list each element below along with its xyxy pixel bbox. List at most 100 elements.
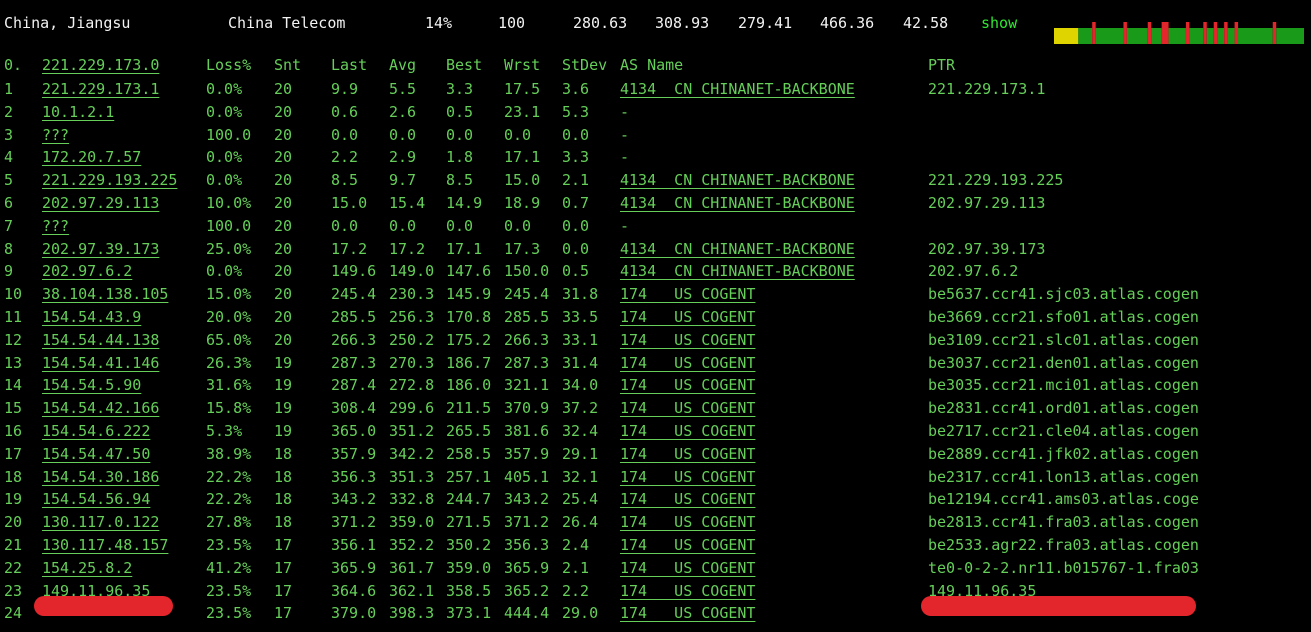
hop-worst: 365.9 [504,558,550,577]
hop-host[interactable]: 154.54.47.50 [42,443,150,466]
hop-best: 1.8 [446,148,474,167]
hop-last: 365.9 [331,558,377,577]
summary-last: 280.63 [573,14,628,32]
hop-last: 8.5 [331,171,359,190]
hop-as-name[interactable]: 174 US COGENT [620,329,755,352]
hop-host[interactable]: 154.54.43.9 [42,306,141,329]
hop-host[interactable]: 130.117.0.122 [42,511,159,534]
hop-index: 1 [4,80,14,98]
hop-as-name[interactable]: 174 US COGENT [620,374,755,397]
table-row: 13 154.54.41.146 26.3% 19 287.3 270.3 186.7 287… [0,352,1311,375]
hop-as-name[interactable]: 4134 CN CHINANET-BACKBONE [620,169,855,192]
hop-host[interactable]: 154.54.41.146 [42,352,159,375]
hop-as-name[interactable]: 4134 CN CHINANET-BACKBONE [620,238,855,261]
hop-stdev: 2.2 [562,581,590,600]
hop-loss: 22.2% [206,467,252,486]
hop-as-name[interactable]: 174 US COGENT [620,511,755,534]
hop-host[interactable]: 154.54.56.94 [42,488,150,511]
sparkline-segment-good [1095,28,1124,44]
table-row: 21 130.117.48.157 23.5% 17 356.1 352.2 350.2 35… [0,534,1311,557]
hop-as-name[interactable]: 174 US COGENT [620,580,755,603]
hop-last: 15.0 [331,193,368,212]
hop-host[interactable]: 202.97.6.2 [42,260,132,283]
hop-loss: 10.0% [206,193,252,212]
hop-as-name[interactable]: 4134 CN CHINANET-BACKBONE [620,78,855,101]
hop-host[interactable]: 130.117.48.157 [42,534,168,557]
hop-as-name[interactable]: 174 US COGENT [620,466,755,489]
hop-as-name[interactable]: 4134 CN CHINANET-BACKBONE [620,260,855,283]
header-host[interactable]: 221.229.173.0 [42,55,159,75]
hop-best: 258.5 [446,444,492,463]
redaction-host [34,596,173,616]
hop-as-name[interactable]: 174 US COGENT [620,602,755,625]
hop-host[interactable]: 172.20.7.57 [42,146,141,169]
hop-last: 245.4 [331,285,377,304]
hop-best: 147.6 [446,262,492,281]
hop-ptr: be5637.ccr41.sjc03.atlas.cogen [928,285,1199,304]
hop-avg: 398.3 [389,604,435,623]
hop-sent: 20 [274,307,293,326]
sparkline-segment-good [1227,28,1235,44]
hop-avg: 342.2 [389,444,435,463]
hop-as-name[interactable]: 174 US COGENT [620,557,755,580]
hop-host[interactable]: 221.229.193.225 [42,169,177,192]
sparkline-segment-good [1168,28,1186,44]
hop-worst: 444.4 [504,604,550,623]
hop-as-name[interactable]: 174 US COGENT [620,534,755,557]
hop-ptr: be2317.ccr41.lon13.atlas.cogen [928,467,1199,486]
hop-host[interactable]: 154.54.6.222 [42,420,150,443]
hop-ptr: 221.229.193.225 [928,171,1064,190]
table-row: 22 154.25.8.2 41.2% 17 365.9 361.7 359.0 365.9 2… [0,557,1311,580]
hop-stdev: 2.4 [562,535,590,554]
hop-last: 17.2 [331,239,368,258]
hop-last: 2.2 [331,148,359,167]
hop-best: 358.5 [446,581,492,600]
hop-as-name[interactable]: 174 US COGENT [620,397,755,420]
hop-host[interactable]: 154.25.8.2 [42,557,132,580]
hop-worst: 285.5 [504,307,550,326]
hop-as-name: - [620,125,630,144]
hop-sent: 18 [274,513,293,532]
hop-host[interactable]: ??? [42,124,69,147]
hop-host[interactable]: 221.229.173.1 [42,78,159,101]
hop-loss: 25.0% [206,239,252,258]
hop-as-name[interactable]: 174 US COGENT [620,488,755,511]
hop-host[interactable]: 154.54.5.90 [42,374,141,397]
hop-as-name[interactable]: 174 US COGENT [620,352,755,375]
hop-as-name[interactable]: 174 US COGENT [620,283,755,306]
hop-sent: 20 [274,148,293,167]
hop-loss: 0.0% [206,80,243,98]
hop-as-name[interactable]: 174 US COGENT [620,306,755,329]
hop-loss: 41.2% [206,558,252,577]
hop-loss: 0.0% [206,102,243,121]
hop-ptr: 202.97.6.2 [928,262,1019,281]
hop-host[interactable]: 154.54.30.186 [42,466,159,489]
hop-best: 175.2 [446,330,492,349]
hop-worst: 17.5 [504,80,541,98]
hop-host[interactable]: 202.97.39.173 [42,238,159,261]
hop-as-name[interactable]: 4134 CN CHINANET-BACKBONE [620,192,855,215]
hop-index: 19 [4,490,23,509]
hop-host[interactable]: 154.54.44.138 [42,329,159,352]
table-row: 10 38.104.138.105 15.0% 20 245.4 230.3 145.9 24… [0,283,1311,306]
hop-stdev: 0.0 [562,239,590,258]
hop-stdev: 32.1 [562,467,599,486]
hop-as-name[interactable]: 174 US COGENT [620,443,755,466]
hop-last: 0.0 [331,125,359,144]
hop-loss: 27.8% [206,513,252,532]
hop-host[interactable]: 154.54.42.166 [42,397,159,420]
hop-as-name[interactable]: 174 US COGENT [620,420,755,443]
sparkline-segment-good [1126,28,1148,44]
show-link[interactable]: show [981,14,1017,32]
hop-host[interactable]: 38.104.138.105 [42,283,168,306]
hop-avg: 149.0 [389,262,435,281]
hop-host[interactable]: 10.1.2.1 [42,101,114,124]
hop-avg: 0.0 [389,125,417,144]
hop-host[interactable]: ??? [42,215,69,238]
hop-avg: 272.8 [389,376,435,395]
summary-best: 279.41 [738,14,793,32]
hop-best: 359.0 [446,558,492,577]
hop-sent: 18 [274,490,293,509]
hop-worst: 357.9 [504,444,550,463]
hop-host[interactable]: 202.97.29.113 [42,192,159,215]
